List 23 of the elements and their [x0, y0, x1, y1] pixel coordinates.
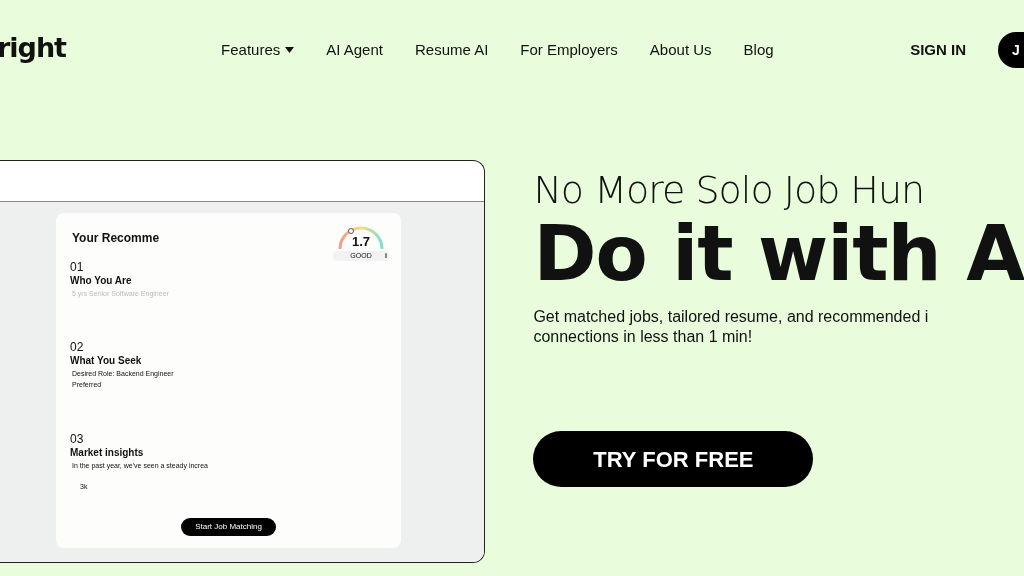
nav-link[interactable]: For Employers [520, 38, 618, 62]
hero-subtitle: No More Solo Job Hun [533, 168, 926, 214]
nav-link[interactable]: About Us [649, 38, 712, 62]
start-job-matching-button[interactable]: Start Job Matching [181, 518, 276, 536]
step-number: 03 [70, 432, 85, 445]
logo[interactable]: right [0, 27, 67, 69]
step-number: 01 [70, 261, 85, 273]
sign-in-link[interactable]: SIGN IN [910, 38, 966, 62]
nav-link[interactable]: Features [221, 38, 295, 62]
card-title: Your Recomme [72, 230, 160, 247]
nav-link[interactable]: Resume AI [414, 38, 489, 62]
step-heading: Who You Are [70, 274, 133, 288]
join-button[interactable]: J [998, 32, 1024, 68]
step-number: 02 [70, 341, 85, 354]
nav-link[interactable]: AI Agent [326, 38, 383, 62]
step-heading: Market insights [70, 445, 145, 460]
nav-link[interactable]: Blog [743, 38, 774, 62]
score-value: 1.7 [350, 235, 372, 250]
hero-headline: Do it with A [533, 213, 1024, 294]
hero-description: Get matched jobs, tailored resume, and recommended i connections in less than 1 min! [533, 307, 930, 348]
try-for-free-button[interactable]: TRY FOR FREE [533, 431, 814, 488]
step-heading: What You Seek [70, 354, 143, 369]
caret-icon [285, 47, 295, 53]
